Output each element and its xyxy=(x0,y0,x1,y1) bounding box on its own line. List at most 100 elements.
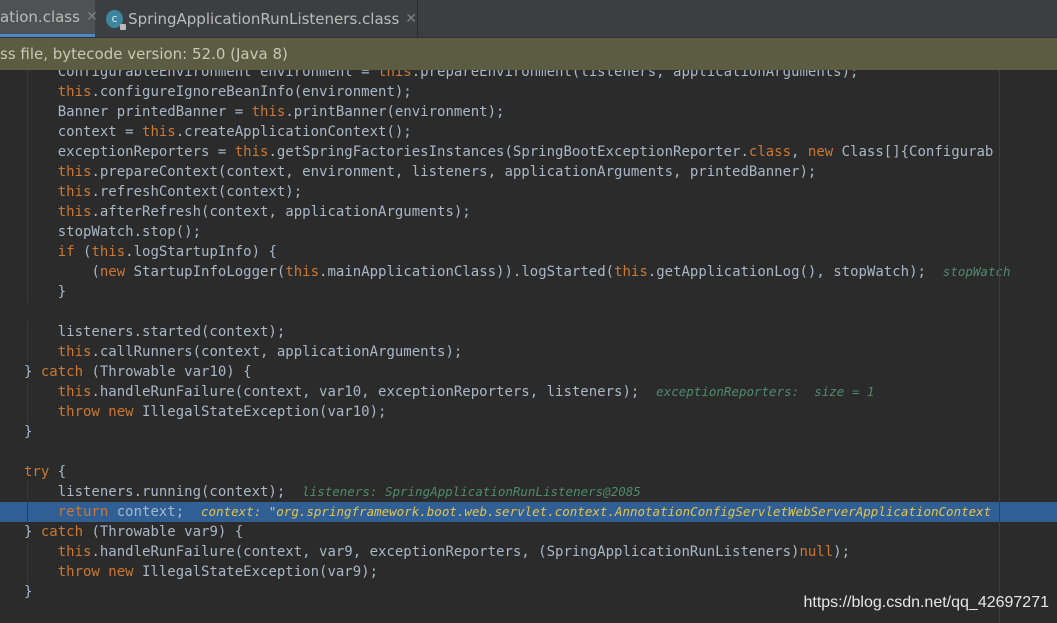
code-line[interactable]: throw new IllegalStateException(var9); xyxy=(0,562,1057,582)
code-text: } xyxy=(57,284,67,300)
keyword: this xyxy=(57,204,92,220)
keyword: this xyxy=(57,544,92,560)
code-line[interactable]: listeners.running(context); listeners: S… xyxy=(0,482,1057,502)
code-line[interactable]: stopWatch.stop(); xyxy=(0,222,1057,242)
code-line[interactable] xyxy=(0,442,1057,462)
editor-tab-bar: ation.class ✕ c SpringApplicationRunListe… xyxy=(0,0,1057,38)
code-line[interactable]: } catch (Throwable var10) { xyxy=(0,362,1057,382)
indent-guide xyxy=(27,182,28,202)
keyword: this xyxy=(91,244,126,260)
code-line[interactable]: throw new IllegalStateException(var10); xyxy=(0,402,1057,422)
indent-guide xyxy=(27,282,28,302)
tab-label: ation.class xyxy=(0,8,80,26)
indent-guide xyxy=(27,162,28,182)
code-line[interactable]: this.refreshContext(context); xyxy=(0,182,1057,202)
code-line[interactable]: (new StartupInfoLogger( this.mainApplicat… xyxy=(0,262,1057,282)
code-text: listeners.running(context); xyxy=(57,484,303,500)
code-line[interactable]: exceptionReporters = this.getSpringFacto… xyxy=(0,142,1057,162)
code-line[interactable]: } xyxy=(0,282,1057,302)
code-text: { xyxy=(49,464,67,480)
code-line[interactable]: Banner printedBanner = this.printBanner(… xyxy=(0,102,1057,122)
indent-guide xyxy=(27,102,28,122)
indent-guide xyxy=(27,262,28,282)
indent-guide xyxy=(27,402,28,422)
code-line[interactable]: this.handleRunFailure(context, var10, ex… xyxy=(0,382,1057,402)
code-line[interactable]: if (this.logStartupInfo) { xyxy=(0,242,1057,262)
tab-label: SpringApplicationRunListeners.class xyxy=(128,9,400,28)
keyword: new xyxy=(99,264,126,280)
keyword: new xyxy=(807,144,834,160)
code-text: exceptionReporters = xyxy=(57,144,235,160)
code-text: .printBanner(environment); xyxy=(285,104,505,120)
code-text: .prepareContext(context, environment, li… xyxy=(91,164,817,180)
keyword: if xyxy=(57,244,75,260)
keyword: null xyxy=(799,544,834,560)
code-line[interactable]: this.afterRefresh(context, applicationAr… xyxy=(0,202,1057,222)
code-text: (Throwable var9) { xyxy=(83,524,244,540)
indent-guide xyxy=(27,242,28,262)
code-line[interactable]: this.handleRunFailure(context, var9, exc… xyxy=(0,542,1057,562)
indent-guide xyxy=(27,562,28,582)
code-text: ); xyxy=(833,544,851,560)
tab-spring-application-run-listeners-class[interactable]: c SpringApplicationRunListeners.class ✕ xyxy=(96,0,418,37)
code-text: } xyxy=(24,584,33,600)
code-line[interactable]: this.callRunners(context, applicationArg… xyxy=(0,342,1057,362)
keyword: this xyxy=(57,384,92,400)
code-text: .callRunners(context, applicationArgumen… xyxy=(91,344,463,360)
keyword: class xyxy=(748,144,792,160)
indent-guide xyxy=(27,502,28,522)
class-file-icon: c xyxy=(106,9,127,30)
watermark: https://blog.csdn.net/qq_42697271 xyxy=(803,594,1049,611)
code-line[interactable] xyxy=(0,302,1057,322)
keyword: this xyxy=(57,164,92,180)
code-text: .createApplicationContext(); xyxy=(175,124,412,140)
code-line[interactable]: context = this.createApplicationContext(… xyxy=(0,122,1057,142)
code-text: StartupInfoLogger( xyxy=(125,264,286,280)
code-text: context; xyxy=(108,504,202,520)
code-text: .logStartupInfo) { xyxy=(125,244,277,260)
code-text: ( xyxy=(74,244,92,260)
code-text: } xyxy=(24,524,41,540)
code-text: .mainApplicationClass)).logStarted( xyxy=(319,264,615,280)
tab-spring-application-class[interactable]: ation.class ✕ xyxy=(0,0,98,37)
code-line[interactable]: } xyxy=(0,422,1057,442)
indent-guide xyxy=(27,82,28,102)
keyword: this xyxy=(614,264,648,280)
indent-guide xyxy=(27,482,28,502)
code-text: .afterRefresh(context, applicationArgume… xyxy=(91,204,471,220)
debug-inline-value: exceptionReporters: size = 1 xyxy=(656,384,875,399)
code-editor[interactable]: ConfigurableEnvironment environment = th… xyxy=(0,62,1057,602)
indent-guide xyxy=(27,142,28,162)
code-text: .getSpringFactoriesInstances(SpringBootE… xyxy=(268,144,749,160)
keyword: throw new xyxy=(57,404,134,420)
code-line[interactable]: } catch (Throwable var9) { xyxy=(0,522,1057,542)
keyword: this xyxy=(57,184,92,200)
code-text: Class[]{Configurab xyxy=(833,144,994,160)
keyword: this xyxy=(57,84,92,100)
keyword: this xyxy=(251,104,286,120)
code-text: .configureIgnoreBeanInfo(environment); xyxy=(91,84,412,100)
keyword: catch xyxy=(40,524,84,540)
code-text: ( xyxy=(91,264,100,280)
debug-inline-value: listeners: SpringApplicationRunListeners… xyxy=(302,484,641,499)
indent-guide xyxy=(27,542,28,562)
code-text: (Throwable var10) { xyxy=(83,364,252,380)
code-text: } xyxy=(24,364,41,380)
code-line[interactable]: try { xyxy=(0,462,1057,482)
right-margin-guide xyxy=(999,38,1000,623)
keyword: catch xyxy=(40,364,84,380)
keyword: try xyxy=(24,464,50,480)
code-line[interactable]: listeners.started(context); xyxy=(0,322,1057,342)
close-icon[interactable]: ✕ xyxy=(405,11,417,27)
code-line[interactable]: this.configureIgnoreBeanInfo(environment… xyxy=(0,82,1057,102)
keyword: this xyxy=(57,344,92,360)
decompiled-class-banner: ss file, bytecode version: 52.0 (Java 8) xyxy=(0,38,1057,70)
code-text: context = xyxy=(57,124,143,140)
code-text: .refreshContext(context); xyxy=(91,184,303,200)
code-line[interactable]: this.prepareContext(context, environment… xyxy=(0,162,1057,182)
code-text: .getApplicationLog(), stopWatch); xyxy=(647,264,943,280)
indent-guide xyxy=(27,122,28,142)
debug-inline-value: stopWatch xyxy=(942,264,1011,279)
code-text: stopWatch.stop(); xyxy=(57,224,202,240)
current-execution-line[interactable]: return context; context: "org.springfram… xyxy=(0,502,1057,522)
